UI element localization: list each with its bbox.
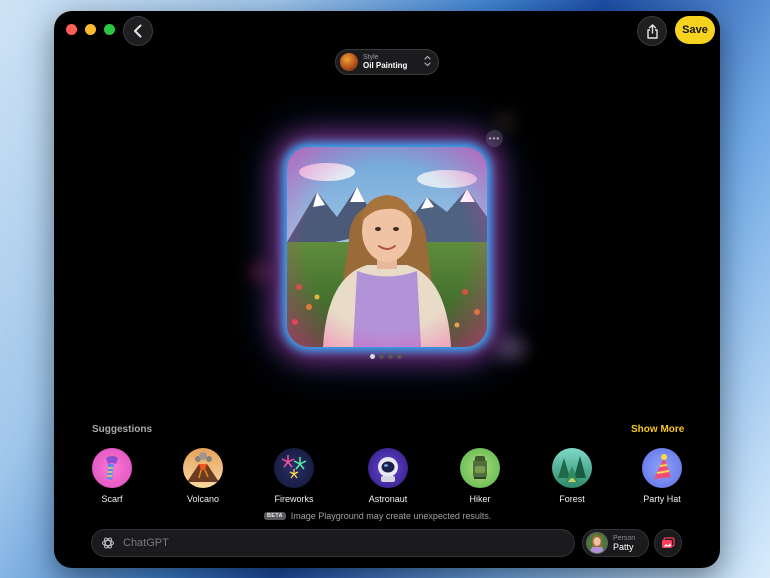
suggestion-label: Fireworks xyxy=(274,494,314,504)
suggestion-scarf[interactable]: Scarf xyxy=(77,448,147,504)
chevron-left-icon xyxy=(134,24,142,38)
prompt-input[interactable] xyxy=(121,536,545,550)
suggestions-heading: Suggestions xyxy=(92,424,153,435)
share-icon xyxy=(646,23,658,39)
chevron-up-down-icon xyxy=(424,55,431,67)
suggestion-party-hat[interactable]: Party Hat xyxy=(627,448,697,504)
minimize-window-button[interactable] xyxy=(85,24,96,35)
suggestion-fireworks[interactable]: Fireworks xyxy=(259,448,329,504)
style-label: Style xyxy=(363,54,379,61)
chatgpt-icon xyxy=(102,537,114,549)
avatar xyxy=(586,532,608,554)
close-window-button[interactable] xyxy=(66,24,77,35)
suggestion-label: Hiker xyxy=(469,494,491,504)
person-name: Patty xyxy=(613,541,634,552)
suggestion-volcano[interactable]: Volcano xyxy=(168,448,238,504)
style-value: Oil Painting xyxy=(363,61,408,70)
party-hat-icon xyxy=(642,448,682,488)
back-button[interactable] xyxy=(123,16,153,46)
suggestion-hiker[interactable]: Hiker xyxy=(445,448,515,504)
page-dot-active[interactable] xyxy=(370,354,375,359)
fireworks-icon xyxy=(274,448,314,488)
scarf-icon xyxy=(92,448,132,488)
save-button[interactable]: Save xyxy=(675,16,715,44)
oil-painting-portrait xyxy=(287,147,487,347)
prompt-bar[interactable] xyxy=(91,529,575,557)
suggestion-forest[interactable]: Forest xyxy=(537,448,607,504)
disclaimer-text: Image Playground may create unexpected r… xyxy=(290,511,492,521)
beta-badge: BETA xyxy=(264,512,286,520)
person-label: Person xyxy=(613,534,636,542)
image-playground-window: Save Style Oil Painting ••• Suggestions … xyxy=(54,11,720,568)
suggestion-label: Party Hat xyxy=(643,494,681,504)
window-controls xyxy=(66,24,115,35)
page-dot[interactable] xyxy=(388,354,393,359)
person-picker[interactable]: Person Patty xyxy=(582,529,649,557)
share-button[interactable] xyxy=(637,16,667,46)
page-indicator xyxy=(370,354,402,359)
suggestion-astronaut[interactable]: Astronaut xyxy=(353,448,423,504)
forest-icon xyxy=(552,448,592,488)
suggestion-label: Scarf xyxy=(101,494,123,504)
suggestion-label: Volcano xyxy=(186,494,220,504)
style-picker[interactable]: Style Oil Painting xyxy=(335,49,439,75)
hiker-icon xyxy=(460,448,500,488)
suggestion-label: Forest xyxy=(559,494,585,504)
zoom-window-button[interactable] xyxy=(104,24,115,35)
photo-library-icon xyxy=(662,537,675,548)
ambient-glow xyxy=(249,261,271,283)
generated-image[interactable] xyxy=(287,147,487,347)
more-options-button[interactable]: ••• xyxy=(486,130,503,147)
ellipsis-icon: ••• xyxy=(488,134,501,143)
astronaut-icon xyxy=(368,448,408,488)
photo-library-button[interactable] xyxy=(654,529,682,557)
style-thumbnail xyxy=(340,53,358,71)
ambient-glow xyxy=(496,336,526,360)
page-dot[interactable] xyxy=(379,354,384,359)
show-more-link[interactable]: Show More xyxy=(631,424,684,435)
suggestion-label: Astronaut xyxy=(368,494,408,504)
disclaimer: BETA Image Playground may create unexpec… xyxy=(264,511,491,521)
page-dot[interactable] xyxy=(397,354,402,359)
volcano-icon xyxy=(183,448,223,488)
